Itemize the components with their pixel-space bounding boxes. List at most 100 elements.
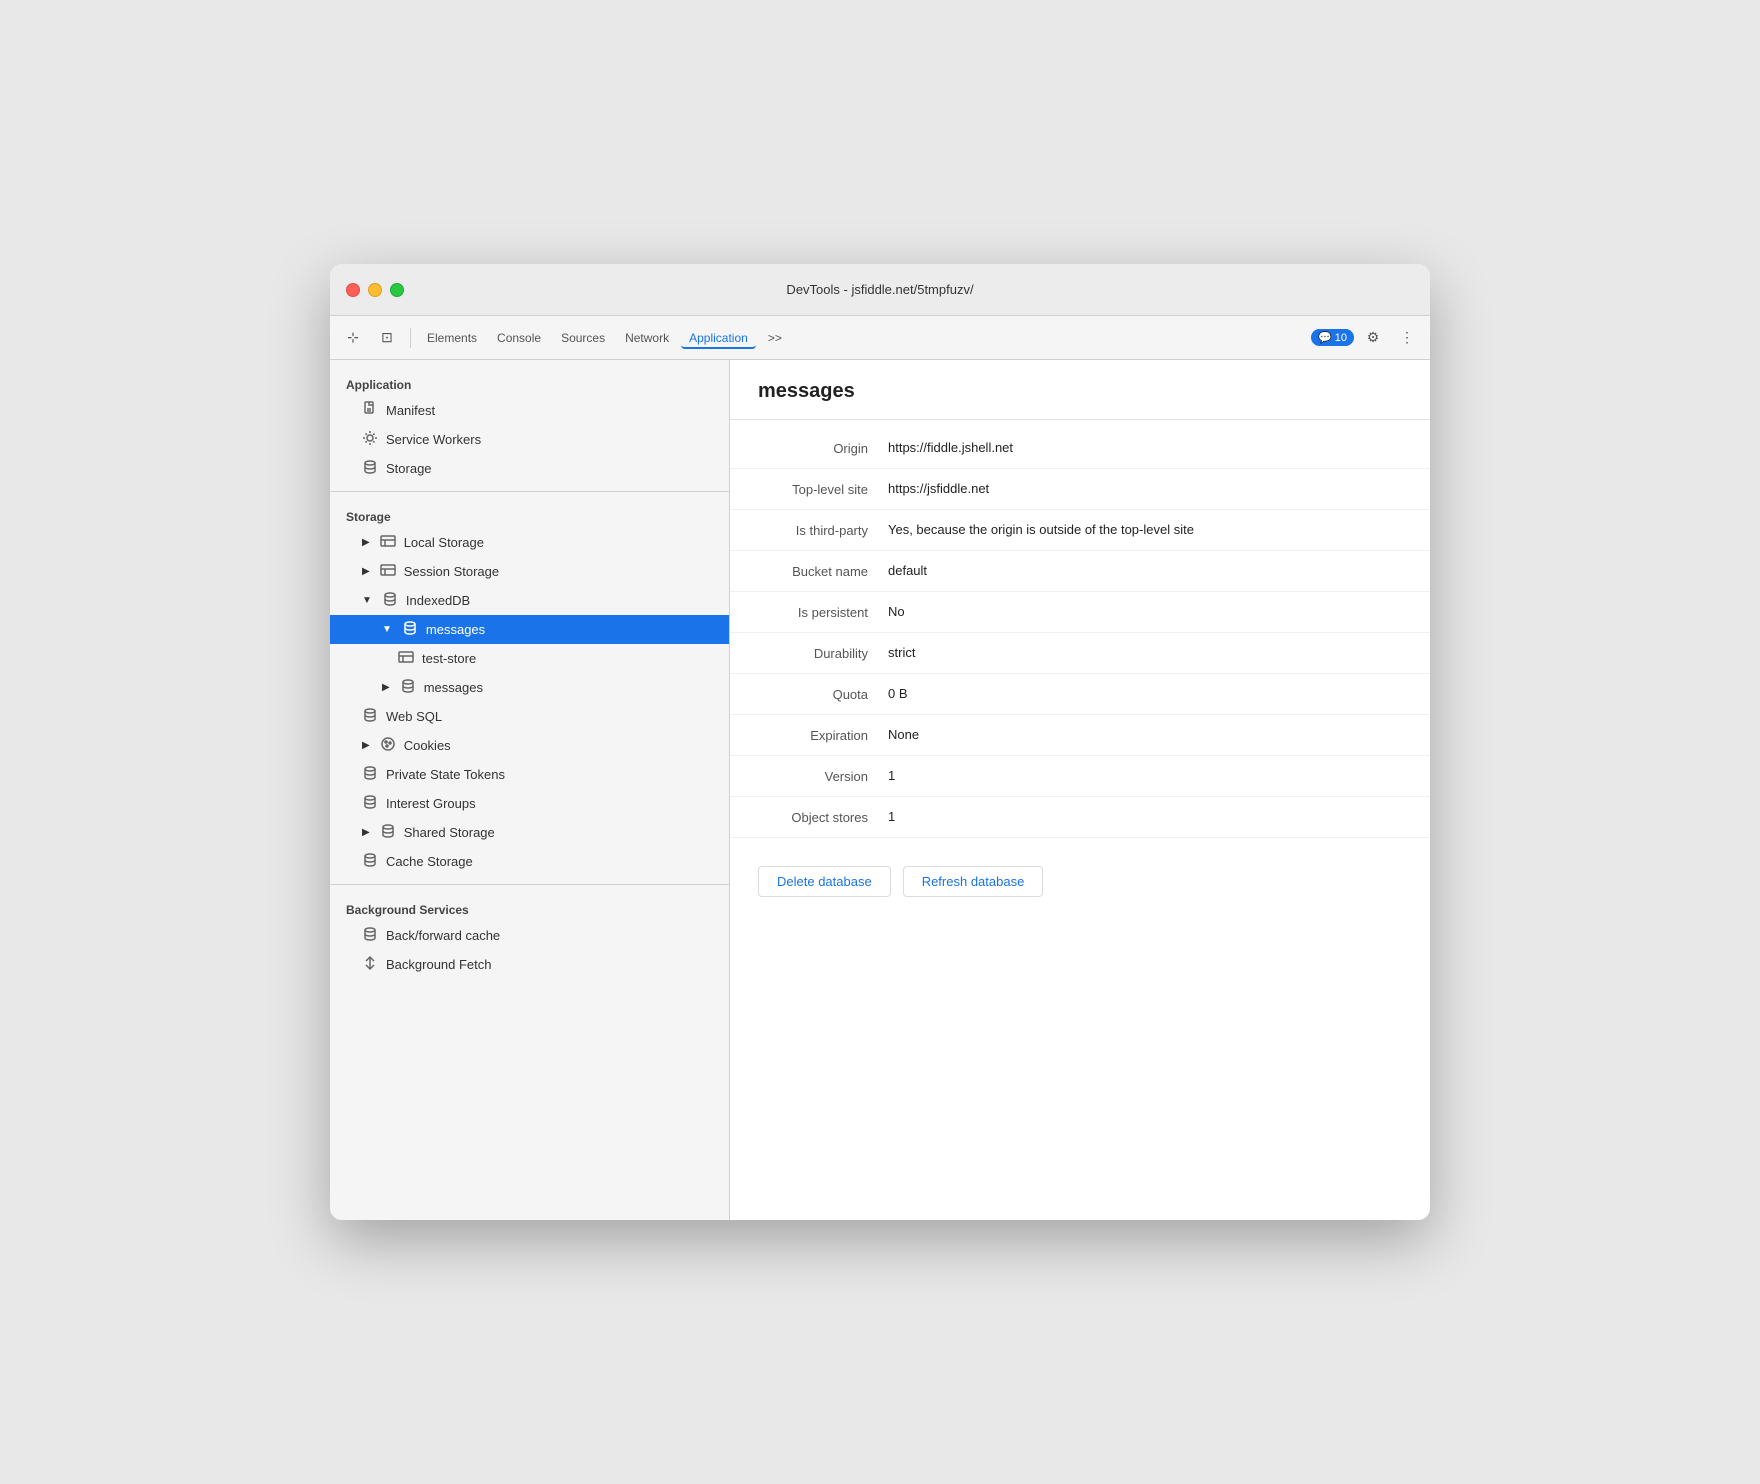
messages-db-label: messages — [426, 622, 485, 637]
sidebar-item-manifest[interactable]: Manifest — [330, 396, 729, 425]
row-expiration: Expiration None — [730, 715, 1430, 756]
sidebar: Application Manifest — [330, 360, 730, 1220]
label-origin: Origin — [758, 440, 888, 456]
chat-icon: 💬 — [1318, 331, 1332, 344]
messages-db-chevron: ▼ — [382, 624, 392, 635]
label-version: Version — [758, 768, 888, 784]
label-object-stores: Object stores — [758, 809, 888, 825]
label-top-level-site: Top-level site — [758, 481, 888, 497]
session-storage-label: Session Storage — [404, 564, 499, 579]
sidebar-section-storage: Storage — [330, 500, 729, 528]
value-third-party: Yes, because the origin is outside of th… — [888, 522, 1402, 537]
refresh-database-button[interactable]: Refresh database — [903, 866, 1044, 897]
sidebar-item-messages-db[interactable]: ▼ messages — [330, 615, 729, 644]
sidebar-item-messages-db2[interactable]: ▶ messages — [330, 673, 729, 702]
test-store-icon — [398, 649, 414, 668]
indexeddb-icon — [382, 591, 398, 610]
sidebar-item-back-forward[interactable]: Back/forward cache — [330, 921, 729, 950]
sidebar-item-local-storage[interactable]: ▶ Local Storage — [330, 528, 729, 557]
toolbar-right: 💬 10 ⚙ ⋮ — [1311, 323, 1422, 353]
sidebar-item-web-sql[interactable]: Web SQL — [330, 702, 729, 731]
sidebar-item-cookies[interactable]: ▶ Cookies — [330, 731, 729, 760]
maximize-button[interactable] — [390, 283, 404, 297]
cookies-icon — [380, 736, 396, 755]
sidebar-item-cache-storage[interactable]: Cache Storage — [330, 847, 729, 876]
label-third-party: Is third-party — [758, 522, 888, 538]
more-tabs-button[interactable]: >> — [760, 327, 790, 349]
tab-elements[interactable]: Elements — [419, 327, 485, 349]
row-bucket-name: Bucket name default — [730, 551, 1430, 592]
tab-sources[interactable]: Sources — [553, 327, 613, 349]
local-storage-label: Local Storage — [404, 535, 484, 550]
cookies-chevron: ▶ — [362, 740, 370, 751]
row-version: Version 1 — [730, 756, 1430, 797]
messages-db2-chevron: ▶ — [382, 682, 390, 693]
row-persistent: Is persistent No — [730, 592, 1430, 633]
gear-icon: ⚙ — [1367, 329, 1380, 346]
web-sql-icon — [362, 707, 378, 726]
sidebar-item-background-fetch[interactable]: Background Fetch — [330, 950, 729, 979]
cookies-label: Cookies — [404, 738, 451, 753]
indexeddb-label: IndexedDB — [406, 593, 470, 608]
titlebar: DevTools - jsfiddle.net/5tmpfuzv/ — [330, 264, 1430, 316]
sidebar-item-private-state[interactable]: Private State Tokens — [330, 760, 729, 789]
sidebar-item-storage-top[interactable]: Storage — [330, 454, 729, 483]
session-storage-chevron: ▶ — [362, 566, 370, 577]
message-badge[interactable]: 💬 10 — [1311, 329, 1354, 346]
indexeddb-chevron: ▼ — [362, 595, 372, 606]
value-bucket-name: default — [888, 563, 1402, 578]
sidebar-item-session-storage[interactable]: ▶ Session Storage — [330, 557, 729, 586]
tab-console[interactable]: Console — [489, 327, 549, 349]
tab-application[interactable]: Application — [681, 327, 756, 349]
value-persistent: No — [888, 604, 1402, 619]
interest-groups-label: Interest Groups — [386, 796, 476, 811]
shared-storage-chevron: ▶ — [362, 827, 370, 838]
device-tool-button[interactable]: ⊡ — [372, 323, 402, 353]
close-button[interactable] — [346, 283, 360, 297]
detail-actions: Delete database Refresh database — [730, 846, 1430, 917]
traffic-lights — [346, 283, 404, 297]
toolbar-separator — [410, 328, 411, 348]
interest-groups-icon — [362, 794, 378, 813]
row-object-stores: Object stores 1 — [730, 797, 1430, 838]
delete-database-button[interactable]: Delete database — [758, 866, 891, 897]
manifest-label: Manifest — [386, 403, 435, 418]
main-content: Application Manifest — [330, 360, 1430, 1220]
minimize-button[interactable] — [368, 283, 382, 297]
service-workers-icon — [362, 430, 378, 449]
cursor-tool-button[interactable]: ⊹ — [338, 323, 368, 353]
label-bucket-name: Bucket name — [758, 563, 888, 579]
label-durability: Durability — [758, 645, 888, 661]
cache-storage-label: Cache Storage — [386, 854, 473, 869]
badge-count: 10 — [1335, 332, 1347, 344]
sidebar-item-service-workers[interactable]: Service Workers — [330, 425, 729, 454]
sidebar-section-background: Background Services — [330, 893, 729, 921]
background-fetch-label: Background Fetch — [386, 957, 492, 972]
value-top-level-site: https://jsfiddle.net — [888, 481, 1402, 496]
sidebar-item-test-store[interactable]: test-store — [330, 644, 729, 673]
messages-db-icon — [402, 620, 418, 639]
tab-network[interactable]: Network — [617, 327, 677, 349]
window-title: DevTools - jsfiddle.net/5tmpfuzv/ — [786, 282, 973, 297]
row-quota: Quota 0 B — [730, 674, 1430, 715]
value-origin: https://fiddle.jshell.net — [888, 440, 1402, 455]
sidebar-item-shared-storage[interactable]: ▶ Shared Storage — [330, 818, 729, 847]
cursor-icon: ⊹ — [347, 329, 359, 346]
local-storage-chevron: ▶ — [362, 537, 370, 548]
messages-db2-label: messages — [424, 680, 483, 695]
settings-button[interactable]: ⚙ — [1358, 323, 1388, 353]
more-options-button[interactable]: ⋮ — [1392, 323, 1422, 353]
messages-db2-icon — [400, 678, 416, 697]
row-origin: Origin https://fiddle.jshell.net — [730, 428, 1430, 469]
ellipsis-icon: ⋮ — [1400, 329, 1414, 346]
device-icon: ⊡ — [381, 329, 393, 346]
detail-title: messages — [758, 380, 1402, 403]
sidebar-item-indexeddb[interactable]: ▼ IndexedDB — [330, 586, 729, 615]
detail-panel: messages Origin https://fiddle.jshell.ne… — [730, 360, 1430, 1220]
shared-storage-icon — [380, 823, 396, 842]
value-durability: strict — [888, 645, 1402, 660]
sidebar-item-interest-groups[interactable]: Interest Groups — [330, 789, 729, 818]
value-quota: 0 B — [888, 686, 1402, 701]
label-expiration: Expiration — [758, 727, 888, 743]
detail-table: Origin https://fiddle.jshell.net Top-lev… — [730, 420, 1430, 846]
